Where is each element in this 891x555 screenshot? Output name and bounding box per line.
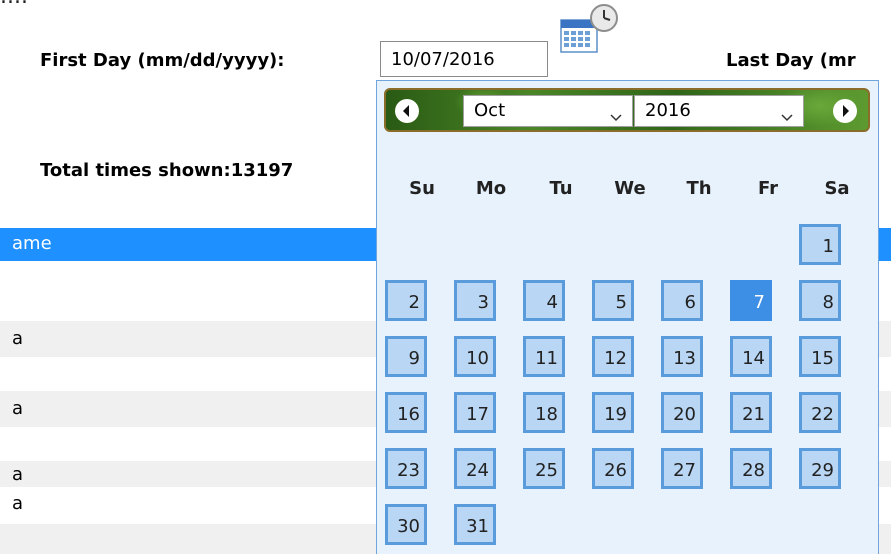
day-cell[interactable]: 9 [385,336,427,377]
day-cell[interactable]: 14 [730,336,772,377]
day-cell[interactable]: 5 [592,280,634,321]
day-cell[interactable]: 23 [385,448,427,489]
table-header-name: ame [12,233,52,254]
day-cell[interactable]: 4 [523,280,565,321]
day-cell[interactable]: 13 [661,336,703,377]
day-cell[interactable]: 21 [730,392,772,433]
day-cell[interactable]: 7 [730,280,772,321]
day-cell[interactable]: 24 [454,448,496,489]
day-cell[interactable]: 12 [592,336,634,377]
day-cell[interactable]: 25 [523,448,565,489]
day-cell[interactable]: 30 [385,504,427,545]
day-cell[interactable]: 22 [799,392,841,433]
day-cell[interactable]: 10 [454,336,496,377]
day-cell[interactable]: 28 [730,448,772,489]
total-times-label: Total times shown:13197 [40,160,294,181]
first-day-label: First Day (mm/dd/yyyy): [40,50,285,71]
day-cell[interactable]: 26 [592,448,634,489]
day-cell[interactable]: 19 [592,392,634,433]
day-cell[interactable]: 3 [454,280,496,321]
table-row-text: a [12,493,24,514]
day-cell[interactable]: 18 [523,392,565,433]
calendar-clock-icon[interactable] [558,4,620,58]
day-cell[interactable]: 6 [661,280,703,321]
day-cell[interactable]: 29 [799,448,841,489]
first-day-input[interactable] [380,41,548,77]
day-cell[interactable]: 31 [454,504,496,545]
day-cell[interactable]: 1 [799,224,841,265]
top-cut-text: .... [0,0,28,9]
day-cell[interactable]: 8 [799,280,841,321]
day-cell[interactable]: 11 [523,336,565,377]
last-day-label: Last Day (mr [726,50,856,71]
day-cell[interactable]: 15 [799,336,841,377]
day-cell[interactable]: 27 [661,448,703,489]
day-grid: 1 2 3 4 5 6 7 8 9 10 11 12 13 14 15 16 17 18 19 20 21 22 23 24 2… [377,81,880,555]
day-cell[interactable]: 2 [385,280,427,321]
calendar-popup: Oct 2016 Su Mo Tu We Th Fr Sa 1234567891… [376,80,879,554]
day-cell[interactable]: 20 [661,392,703,433]
table-row-text: a [12,328,24,349]
day-cell[interactable]: 17 [454,392,496,433]
table-row-text: a [12,398,24,419]
table-row-text: a [12,464,24,485]
day-cell[interactable]: 16 [385,392,427,433]
